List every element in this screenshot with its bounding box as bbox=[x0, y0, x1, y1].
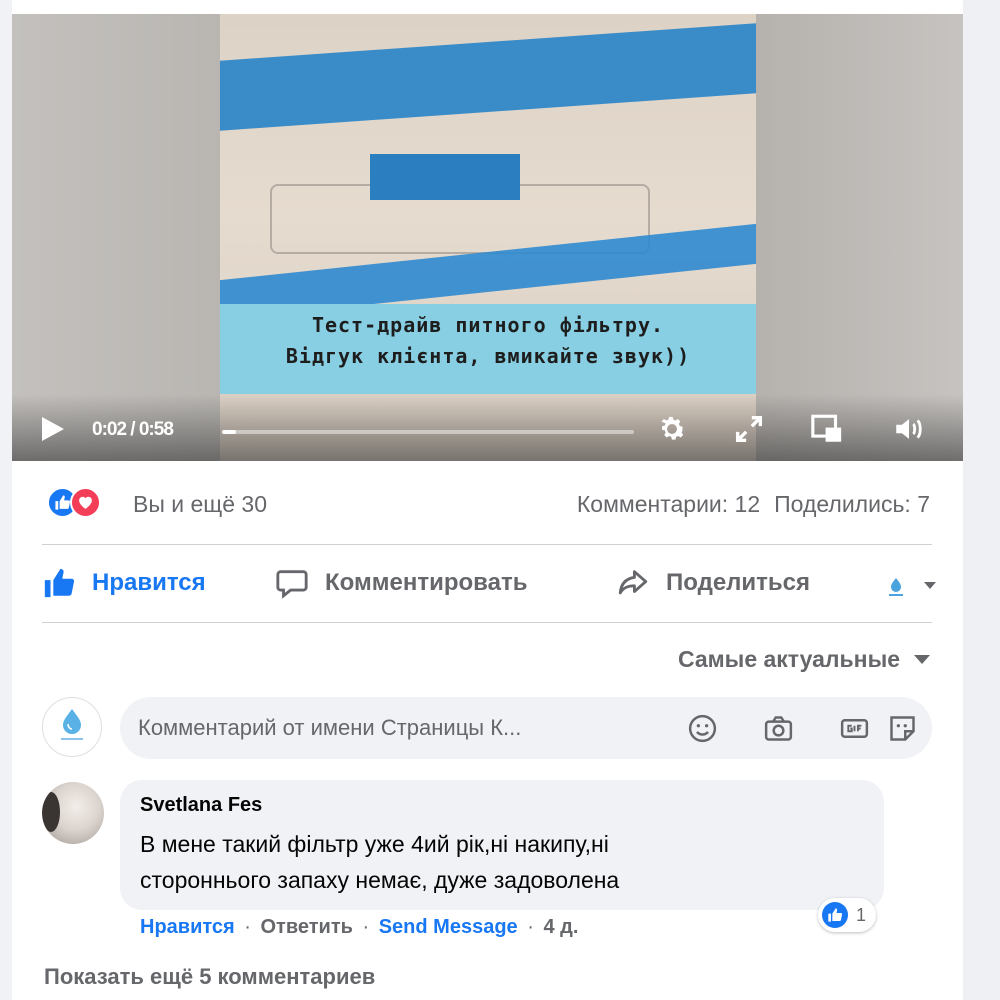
comment-label: Комментировать bbox=[325, 569, 528, 596]
video-controls: 0:02 / 0:58 bbox=[12, 394, 963, 461]
video-caption: Тест-драйв питного фільтру. Відгук клієн… bbox=[220, 310, 756, 372]
comment-reply-link[interactable]: Ответить bbox=[261, 916, 353, 938]
like-button[interactable]: Нравится bbox=[42, 562, 206, 604]
comment-timestamp[interactable]: 4 д. bbox=[543, 916, 578, 938]
share-icon bbox=[616, 566, 650, 600]
commenter-avatar[interactable] bbox=[42, 782, 104, 844]
comment-text-line-1: В мене такий фільтр уже 4ий рік,ні накип… bbox=[140, 831, 609, 857]
divider bbox=[42, 622, 932, 623]
video-progress-fill bbox=[222, 430, 237, 434]
play-icon[interactable] bbox=[40, 415, 66, 443]
comment-input-placeholder: Комментарий от имени Страницы К... bbox=[138, 715, 522, 740]
reactors-text[interactable]: Вы и ещё 30 bbox=[133, 491, 267, 518]
chevron-down-icon bbox=[914, 655, 930, 664]
caption-line-1: Тест-драйв питного фільтру. bbox=[311, 313, 665, 337]
comment-text: В мене такий фільтр уже 4ий рік,ні накип… bbox=[140, 826, 840, 898]
share-button[interactable]: Поделиться bbox=[616, 562, 810, 604]
shares-count[interactable]: Поделились: 7 bbox=[774, 491, 930, 517]
post-card: Тест-драйв питного фільтру. Відгук клієн… bbox=[12, 0, 963, 1000]
comment-reaction-count: 1 bbox=[856, 904, 867, 925]
page-avatar[interactable] bbox=[42, 697, 102, 757]
comments-count[interactable]: Комментарии: 12 bbox=[577, 491, 760, 517]
post-stats: Комментарии: 12 Поделились: 7 bbox=[577, 491, 930, 518]
show-more-comments-link[interactable]: Показать ещё 5 комментариев bbox=[44, 964, 375, 990]
like-thumb-icon bbox=[42, 566, 76, 600]
divider bbox=[42, 544, 932, 545]
page-selector-button[interactable] bbox=[880, 570, 938, 600]
gif-icon[interactable] bbox=[838, 712, 871, 745]
comment-bubble: Svetlana Fes В мене такий фільтр уже 4ий… bbox=[120, 780, 884, 910]
volume-icon[interactable] bbox=[892, 412, 926, 446]
page-background bbox=[963, 0, 1000, 1000]
camera-icon[interactable] bbox=[762, 712, 795, 745]
video-progress-bar[interactable] bbox=[222, 430, 634, 434]
comment-input[interactable]: Комментарий от имени Страницы К... bbox=[120, 697, 932, 759]
video-time: 0:02 / 0:58 bbox=[92, 419, 174, 440]
settings-gear-icon[interactable] bbox=[655, 412, 689, 446]
fullscreen-icon[interactable] bbox=[732, 412, 766, 446]
comment-text-line-2: стороннього запаху немає, дуже задоволен… bbox=[140, 867, 620, 893]
picture-in-picture-icon[interactable] bbox=[810, 412, 844, 446]
comment-icon bbox=[275, 566, 309, 600]
comment-author[interactable]: Svetlana Fes bbox=[140, 794, 262, 817]
heart-icon bbox=[70, 487, 101, 518]
sticker-icon[interactable] bbox=[886, 712, 919, 745]
sort-label: Самые актуальные bbox=[677, 646, 900, 672]
comment-like-link[interactable]: Нравится bbox=[140, 916, 235, 938]
comment-button[interactable]: Комментировать bbox=[275, 562, 527, 604]
emoji-icon[interactable] bbox=[686, 712, 719, 745]
comment-reaction-badge[interactable]: 1 bbox=[818, 898, 877, 932]
caption-line-2: Відгук клієнта, вмикайте звук)) bbox=[285, 344, 691, 368]
send-message-link[interactable]: Send Message bbox=[379, 916, 518, 938]
like-label: Нравится bbox=[92, 569, 206, 596]
share-label: Поделиться bbox=[666, 569, 811, 596]
video-player[interactable]: Тест-драйв питного фільтру. Відгук клієн… bbox=[12, 14, 963, 461]
comment-sort-dropdown[interactable]: Самые актуальные bbox=[678, 646, 930, 673]
like-thumb-icon bbox=[822, 902, 848, 928]
comment-actions: Нравится · Ответить · Send Message · 4 д… bbox=[140, 916, 579, 938]
